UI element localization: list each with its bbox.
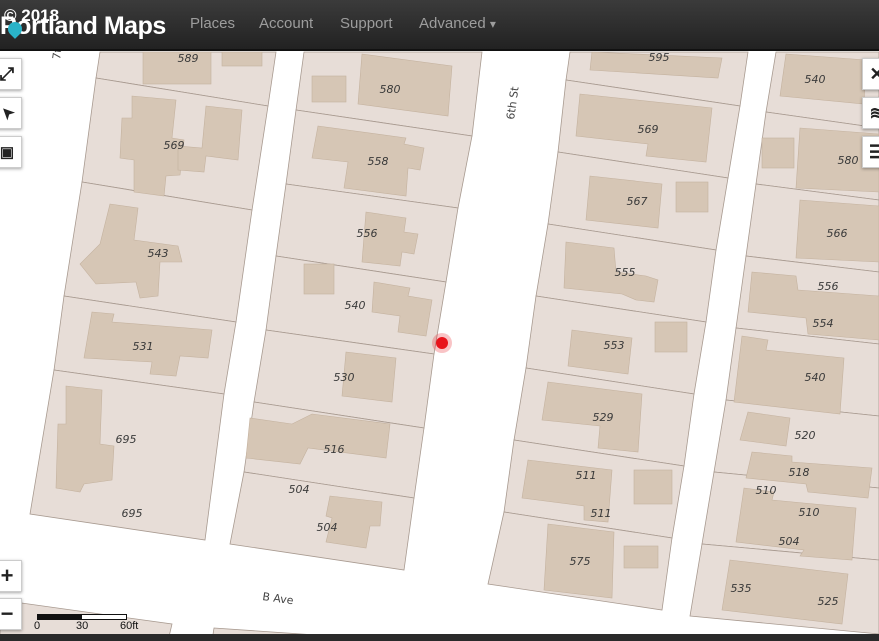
nav-advanced[interactable]: Advanced ▾ — [419, 15, 496, 32]
nav-advanced-label: Advanced — [419, 15, 486, 32]
address-label: 535 — [731, 582, 752, 595]
building — [633, 469, 673, 505]
minus-icon: − — [0, 601, 14, 626]
building — [654, 321, 688, 353]
address-label: 516 — [324, 443, 345, 456]
address-label: 504 — [779, 535, 800, 548]
address-label: 510 — [756, 484, 777, 497]
address-label: 554 — [813, 317, 834, 330]
location-marker[interactable] — [432, 333, 452, 353]
nav-support[interactable]: Support — [340, 15, 393, 32]
close-button[interactable]: ✕ — [862, 58, 879, 90]
address-label: 575 — [570, 555, 591, 568]
address-label: 556 — [357, 227, 378, 240]
address-label: 558 — [368, 155, 389, 168]
layers-icon: ≋ — [869, 102, 879, 123]
address-label: 540 — [805, 371, 826, 384]
map-canvas[interactable]: 589 569 543 531 695 695 580 558 556 540 530 516 504 5… — [0, 0, 879, 641]
building — [311, 75, 347, 103]
building — [761, 137, 795, 169]
address-label: 531 — [133, 340, 154, 353]
address-label: 553 — [604, 339, 625, 352]
address-label: 580 — [838, 154, 859, 167]
scale-label-30: 30 — [76, 620, 89, 632]
camera-button[interactable]: ▣ — [0, 136, 22, 168]
building — [585, 175, 663, 229]
address-label: 543 — [148, 247, 169, 260]
building — [303, 263, 335, 295]
close-icon: ✕ — [869, 63, 879, 84]
address-label: 529 — [593, 411, 614, 424]
address-label: 566 — [827, 227, 848, 240]
address-label: 556 — [818, 280, 839, 293]
address-label: 569 — [164, 139, 185, 152]
brand-logo[interactable]: Portland Maps © 2018 — [0, 4, 170, 44]
locate-arrow-icon: ➤ — [0, 102, 18, 124]
building — [739, 411, 791, 447]
marker-dot[interactable] — [436, 337, 448, 349]
camera-icon: ▣ — [0, 144, 15, 161]
locate-button[interactable]: ➤ — [0, 97, 22, 129]
address-label: 555 — [615, 266, 636, 279]
address-label: 518 — [789, 466, 810, 479]
address-label: 520 — [795, 429, 816, 442]
address-label: 695 — [122, 507, 143, 520]
zoom-out-button[interactable]: − — [0, 598, 22, 630]
nav-account[interactable]: Account — [259, 15, 313, 32]
address-label: 595 — [649, 51, 670, 64]
layers-button[interactable]: ≋ — [862, 97, 879, 129]
address-label: 504 — [289, 483, 310, 496]
address-label: 525 — [818, 595, 839, 608]
address-label: 504 — [317, 521, 338, 534]
address-label: 695 — [116, 433, 137, 446]
copyright-text: © 2018 — [4, 6, 60, 25]
zoom-in-button[interactable]: + — [0, 560, 22, 592]
address-label: 567 — [627, 195, 648, 208]
legend-button[interactable]: ☰ — [862, 136, 879, 168]
address-label: 530 — [334, 371, 355, 384]
chevron-down-icon: ▾ — [489, 17, 496, 31]
list-icon: ☰ — [868, 141, 879, 162]
scale-label-0: 0 — [34, 620, 41, 632]
scale-bar: 0 30 60ft — [34, 612, 144, 634]
building — [623, 545, 659, 569]
address-label: 540 — [805, 73, 826, 86]
building — [221, 51, 263, 67]
fullscreen-icon: ⤢ — [0, 63, 15, 84]
address-label: 569 — [638, 123, 659, 136]
fullscreen-button[interactable]: ⤢ — [0, 58, 22, 90]
address-label: 511 — [576, 469, 597, 482]
address-label: 580 — [380, 83, 401, 96]
address-label: 510 — [799, 506, 820, 519]
nav-places[interactable]: Places — [190, 15, 235, 32]
address-label: 540 — [345, 299, 366, 312]
bottom-bar — [0, 634, 879, 641]
address-label: 589 — [178, 52, 199, 65]
scale-label-60ft: 60ft — [120, 620, 139, 632]
top-navbar: Portland Maps © 2018 Places Account Supp… — [0, 0, 879, 51]
plus-icon: + — [0, 563, 14, 588]
building — [567, 329, 633, 375]
address-label: 511 — [591, 507, 612, 520]
building — [675, 181, 709, 213]
